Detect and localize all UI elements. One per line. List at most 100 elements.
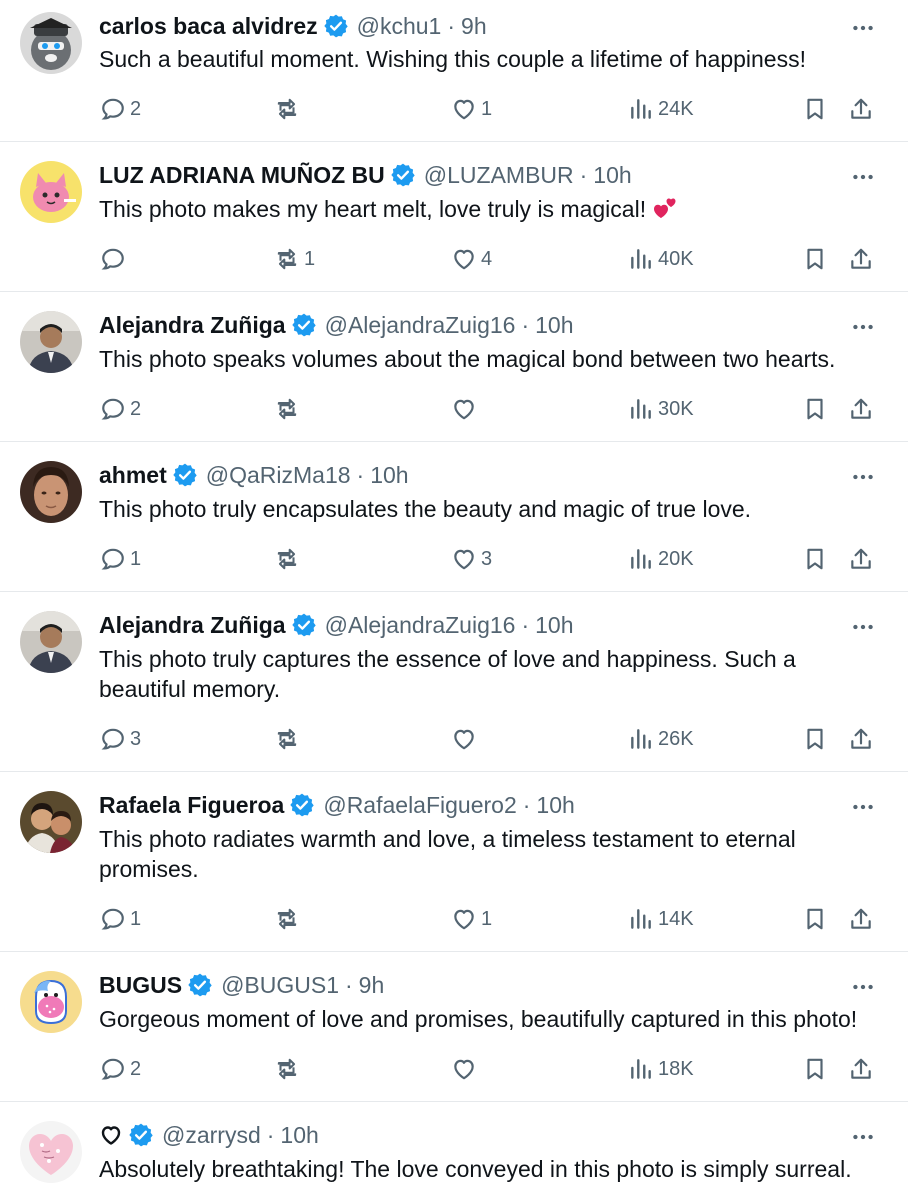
reply-post[interactable]: Alejandra Zuñiga @AlejandraZuig16 · 10h … [0,292,908,442]
post-time[interactable]: 9h [461,13,487,40]
reply-post[interactable]: Alejandra Zuñiga @AlejandraZuig16 · 10h … [0,592,908,772]
author-name[interactable]: Rafaela Figueroa [99,792,284,819]
author-handle[interactable]: @RafaelaFiguero2 [323,792,516,819]
share-button[interactable] [848,901,874,937]
author-name[interactable]: BUGUS [99,972,182,999]
like-button[interactable]: 1 [451,91,492,127]
verified-badge-icon [129,1123,153,1147]
candy-heart-avatar-icon[interactable] [20,1121,82,1183]
like-button[interactable]: 3 [451,541,492,577]
like-button[interactable] [451,1051,481,1087]
man-portrait-avatar-icon[interactable] [20,311,82,373]
repost-button[interactable] [274,901,304,937]
bookmark-button[interactable] [802,91,828,127]
bookmark-button[interactable] [802,901,828,937]
author-name[interactable]: LUZ ADRIANA MUÑOZ BU [99,162,385,189]
more-options-icon[interactable] [850,1124,876,1150]
share-button[interactable] [848,721,874,757]
post-time[interactable]: 9h [359,972,385,999]
repost-button[interactable] [274,1051,304,1087]
man-face-avatar-icon[interactable] [20,461,82,523]
author-name[interactable]: Alejandra Zuñiga [99,612,286,639]
bookmark-icon [807,248,823,270]
reply-button[interactable]: 2 [100,1051,141,1087]
more-options-icon[interactable] [850,614,876,640]
reply-button[interactable]: 3 [100,721,141,757]
like-button[interactable]: 4 [451,241,492,277]
man-portrait-avatar-icon[interactable] [20,611,82,673]
reply-count: 2 [130,1057,142,1080]
share-icon [851,728,871,749]
repost-button[interactable] [274,541,304,577]
more-options-icon[interactable] [850,464,876,490]
action-bar: 2 1 24K [0,91,908,127]
post-time[interactable]: 10h [535,312,573,339]
views-button[interactable]: 24K [628,91,694,127]
more-options-icon[interactable] [850,15,876,41]
share-icon [851,248,871,269]
raccoon-avatar-icon[interactable] [20,12,82,74]
reply-post[interactable]: Rafaela Figueroa @RafaelaFiguero2 · 10h … [0,772,908,952]
more-options-icon[interactable] [850,164,876,190]
share-button[interactable] [848,391,874,427]
author-name[interactable]: ahmet [99,462,167,489]
author-name[interactable]: carlos baca alvidrez [99,13,318,40]
author-name[interactable]: Alejandra Zuñiga [99,312,286,339]
repost-button[interactable] [274,391,304,427]
bookmark-button[interactable] [802,391,828,427]
like-button[interactable] [451,721,481,757]
more-options-icon[interactable] [850,794,876,820]
reply-button[interactable]: 1 [100,901,141,937]
like-button[interactable] [451,391,481,427]
heart-icon [454,549,474,570]
author-handle[interactable]: @LUZAMBUR [424,162,574,189]
share-button[interactable] [848,91,874,127]
views-button[interactable]: 26K [628,721,694,757]
like-button[interactable]: 1 [451,901,492,937]
bookmark-button[interactable] [802,1051,828,1087]
share-button[interactable] [848,1051,874,1087]
reply-button[interactable] [100,241,130,277]
bookmark-button[interactable] [802,241,828,277]
reply-button[interactable]: 2 [100,91,141,127]
reply-count: 1 [130,907,142,930]
reply-post[interactable]: ahmet @QaRizMa18 · 10h This photo truly … [0,442,908,592]
repost-button[interactable] [274,721,304,757]
author-handle[interactable]: @BUGUS1 [221,972,339,999]
share-button[interactable] [848,241,874,277]
more-options-icon[interactable] [850,974,876,1000]
action-bar: 1 1 14K [0,901,908,937]
pink-cat-avatar-icon[interactable] [20,161,82,223]
reply-post[interactable]: BUGUS @BUGUS1 · 9h Gorgeous moment of lo… [0,952,908,1102]
post-time[interactable]: 10h [535,612,573,639]
reply-button[interactable]: 2 [100,391,141,427]
reply-post[interactable]: carlos baca alvidrez @kchu1 · 9h Such a … [0,0,908,142]
couple-photo-avatar-icon[interactable] [20,791,82,853]
views-button[interactable]: 14K [628,901,694,937]
author-handle[interactable]: @AlejandraZuig16 [325,312,516,339]
reply-post[interactable]: @zarrysd · 10h Absolutely breathtaking! … [0,1102,908,1200]
more-options-icon[interactable] [850,314,876,340]
repost-button[interactable] [274,91,304,127]
cartoon-face-avatar-icon[interactable] [20,971,82,1033]
author-handle[interactable]: @kchu1 [357,13,442,40]
action-bar: 3 26K [0,721,908,757]
author-handle[interactable]: @QaRizMa18 [206,462,351,489]
views-button[interactable]: 20K [628,541,694,577]
separator-dot: · [266,1121,275,1148]
post-time[interactable]: 10h [370,462,408,489]
reply-button[interactable]: 1 [100,541,141,577]
repost-button[interactable]: 1 [274,241,315,277]
views-button[interactable]: 40K [628,241,694,277]
bookmark-button[interactable] [802,541,828,577]
share-button[interactable] [848,541,874,577]
author-handle[interactable]: @zarrysd [162,1122,261,1149]
post-time[interactable]: 10h [536,792,574,819]
reply-post[interactable]: LUZ ADRIANA MUÑOZ BU @LUZAMBUR · 10h Thi… [0,142,908,292]
bookmark-button[interactable] [802,721,828,757]
views-button[interactable]: 30K [628,391,694,427]
views-button[interactable]: 18K [628,1051,694,1087]
post-time[interactable]: 10h [280,1122,318,1149]
post-time[interactable]: 10h [593,162,631,189]
author-handle[interactable]: @AlejandraZuig16 [325,612,516,639]
